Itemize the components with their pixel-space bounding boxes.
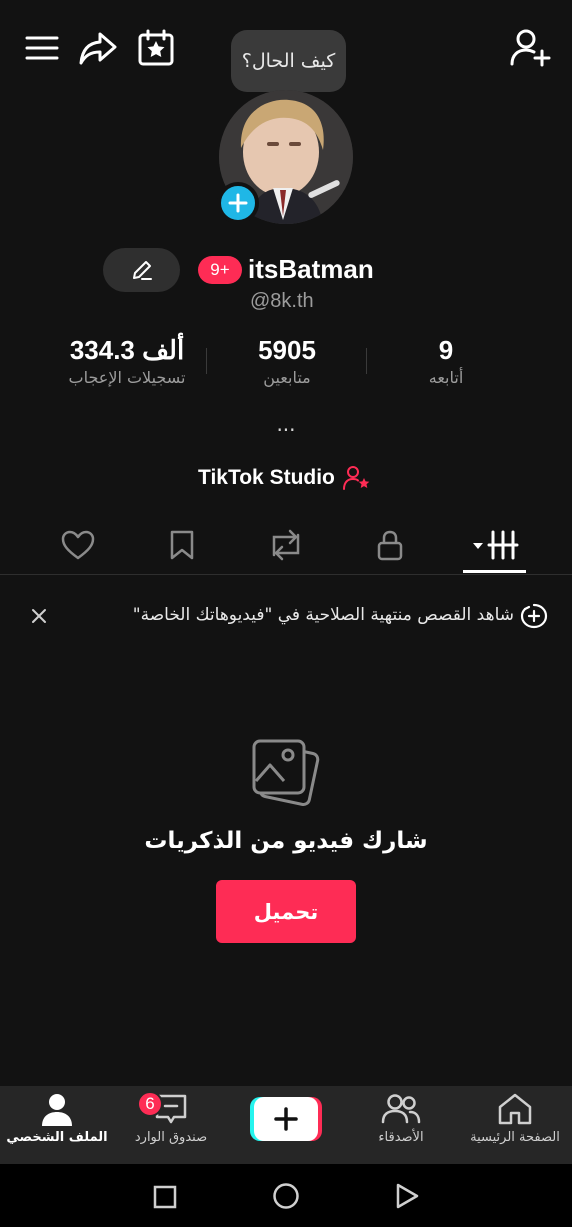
notice-text[interactable]: شاهد القصص منتهية الصلاحية في "فيديوهاتك… [70, 601, 514, 629]
likes-count: 334.3 ألف [69, 335, 185, 365]
following-count: 9 [438, 335, 454, 365]
system-back-icon[interactable] [394, 1182, 420, 1210]
inbox-badge: 6 [137, 1091, 163, 1117]
tab-videos[interactable] [462, 520, 526, 570]
nav-inbox-label: صندوق الوارد [134, 1130, 208, 1145]
bookmark-icon [170, 530, 194, 560]
tab-active-indicator [463, 570, 526, 573]
tab-reposts[interactable] [256, 520, 316, 570]
recent-apps-icon[interactable] [153, 1185, 177, 1209]
create-button[interactable] [250, 1097, 322, 1141]
close-icon[interactable] [28, 605, 50, 627]
nav-friends-label: الأصدقاء [378, 1130, 424, 1145]
nav-profile-label: الملف الشخصي [6, 1130, 108, 1145]
calendar-star-icon[interactable] [136, 28, 176, 68]
nav-profile[interactable]: الملف الشخصي [2, 1092, 112, 1160]
repost-icon [272, 529, 300, 561]
add-story-icon[interactable] [217, 182, 259, 224]
nav-home[interactable]: الصفحة الرئيسية [460, 1092, 570, 1160]
stat-likes[interactable]: 334.3 ألف تسجيلات الإعجاب [47, 334, 207, 390]
status-bubble[interactable]: كيف الحال؟ [231, 30, 346, 92]
tab-saved[interactable] [152, 520, 212, 570]
notification-badge[interactable]: 9+ [198, 256, 242, 284]
upload-button[interactable]: تحميل [216, 880, 356, 943]
share-icon[interactable] [78, 28, 118, 68]
nav-home-label: الصفحة الرئيسية [470, 1130, 560, 1145]
create-button-face [254, 1097, 318, 1141]
lock-icon [377, 530, 403, 561]
home-icon [498, 1093, 532, 1125]
friends-icon [381, 1094, 421, 1124]
stat-following[interactable]: 9 أتابعه [366, 334, 526, 390]
user-handle: @8k.th [250, 290, 314, 312]
videos-grid-icon [473, 530, 519, 560]
nav-inbox[interactable]: صندوق الوارد [116, 1092, 226, 1160]
add-friend-icon[interactable] [508, 26, 552, 70]
studio-label: TikTok Studio [198, 466, 335, 489]
menu-icon[interactable] [24, 30, 60, 66]
likes-label: تسجيلات الإعجاب [68, 368, 186, 387]
followers-count: 5905 [258, 335, 316, 365]
followers-label: متابعين [263, 368, 311, 387]
heart-icon [61, 530, 95, 560]
photo-memories-icon [248, 735, 324, 811]
pencil-icon [132, 261, 152, 280]
following-label: أتابعه [428, 368, 464, 387]
tiktok-studio-link[interactable]: TikTok Studio [198, 462, 371, 494]
empty-state-title: شارك فيديو من الذكريات [144, 828, 428, 854]
user-star-icon [342, 466, 370, 490]
edit-profile-button[interactable] [103, 248, 180, 292]
bio-more-button[interactable]: ... [270, 412, 302, 436]
system-home-icon[interactable] [272, 1182, 300, 1210]
stat-followers[interactable]: 5905 متابعين [207, 334, 367, 390]
username: itsBatman [248, 254, 374, 284]
story-add-icon [520, 603, 548, 629]
plus-icon [274, 1107, 298, 1131]
tab-private[interactable] [360, 520, 420, 570]
profile-icon [42, 1094, 72, 1126]
nav-friends[interactable]: الأصدقاء [346, 1092, 456, 1160]
divider [0, 574, 572, 575]
tab-liked[interactable] [48, 520, 108, 570]
